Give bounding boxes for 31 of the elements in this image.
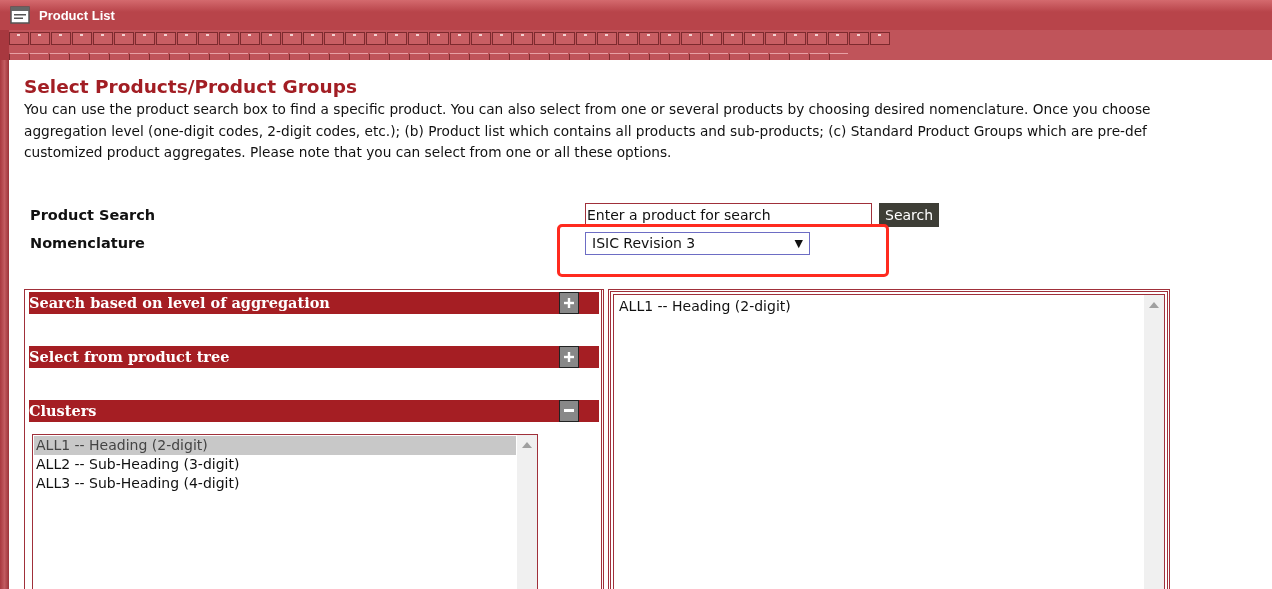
intro-text: customized product aggregates. Please note that you can select from one or all these options. <box>24 143 673 162</box>
list-option[interactable]: ALL1 -- Heading (2-digit) <box>34 435 516 455</box>
cluster-listbox[interactable]: ALL1 -- Heading (2-digit) ALL2 -- Sub-Heading (3-digit) ALL3 -- Sub-Heading (4-digit) <box>32 433 538 589</box>
list-option[interactable]: ALL3 -- Sub-Heading (4-digit) <box>34 473 516 493</box>
scrollbar[interactable] <box>517 434 537 589</box>
field-label: Product Search <box>30 206 157 223</box>
plus-icon <box>564 297 574 308</box>
selected-listbox[interactable]: ALL1 -- Heading (2-digit) <box>613 293 1165 589</box>
toggle-button[interactable] <box>559 345 579 368</box>
search-button[interactable]: Search <box>879 202 940 227</box>
scroll-up-icon[interactable] <box>1149 301 1159 308</box>
list-option[interactable]: ALL2 -- Sub-Heading (3-digit) <box>34 454 516 474</box>
toggle-button[interactable] <box>559 399 579 422</box>
search-field[interactable]: Enter a product for search <box>585 202 872 227</box>
toggle-button[interactable] <box>559 291 579 314</box>
section-title: Clusters <box>29 402 97 419</box>
intro-text: You can use the product search box to find a specific product. You can also select from one or several products by choosing desired nomenclature. Once you choose <box>24 100 1152 119</box>
window-icon <box>10 6 30 24</box>
nomenclature-dropdown[interactable]: ISIC Revision 3 ▼ <box>585 231 810 255</box>
section-title: Select from product tree <box>29 348 230 365</box>
intro-text: aggregation level (one-digit codes, 2-digit codes, etc.); (b) Product list which contains all products and sub-products; (c) Standard Product Groups which are pre-def <box>24 121 1148 141</box>
scrollbar[interactable] <box>1144 294 1164 589</box>
page-heading: Select Products/Product Groups <box>24 75 358 99</box>
plus-icon <box>564 351 574 362</box>
window-title: Product List <box>39 7 115 23</box>
minus-icon <box>564 409 574 412</box>
section-title: Search based on level of aggregation <box>29 294 330 311</box>
field-label: Nomenclature <box>30 235 146 251</box>
list-option[interactable]: ALL1 -- Heading (2-digit) <box>617 296 1141 316</box>
scroll-up-icon[interactable] <box>522 441 532 448</box>
caret-icon: ▼ <box>794 236 803 250</box>
